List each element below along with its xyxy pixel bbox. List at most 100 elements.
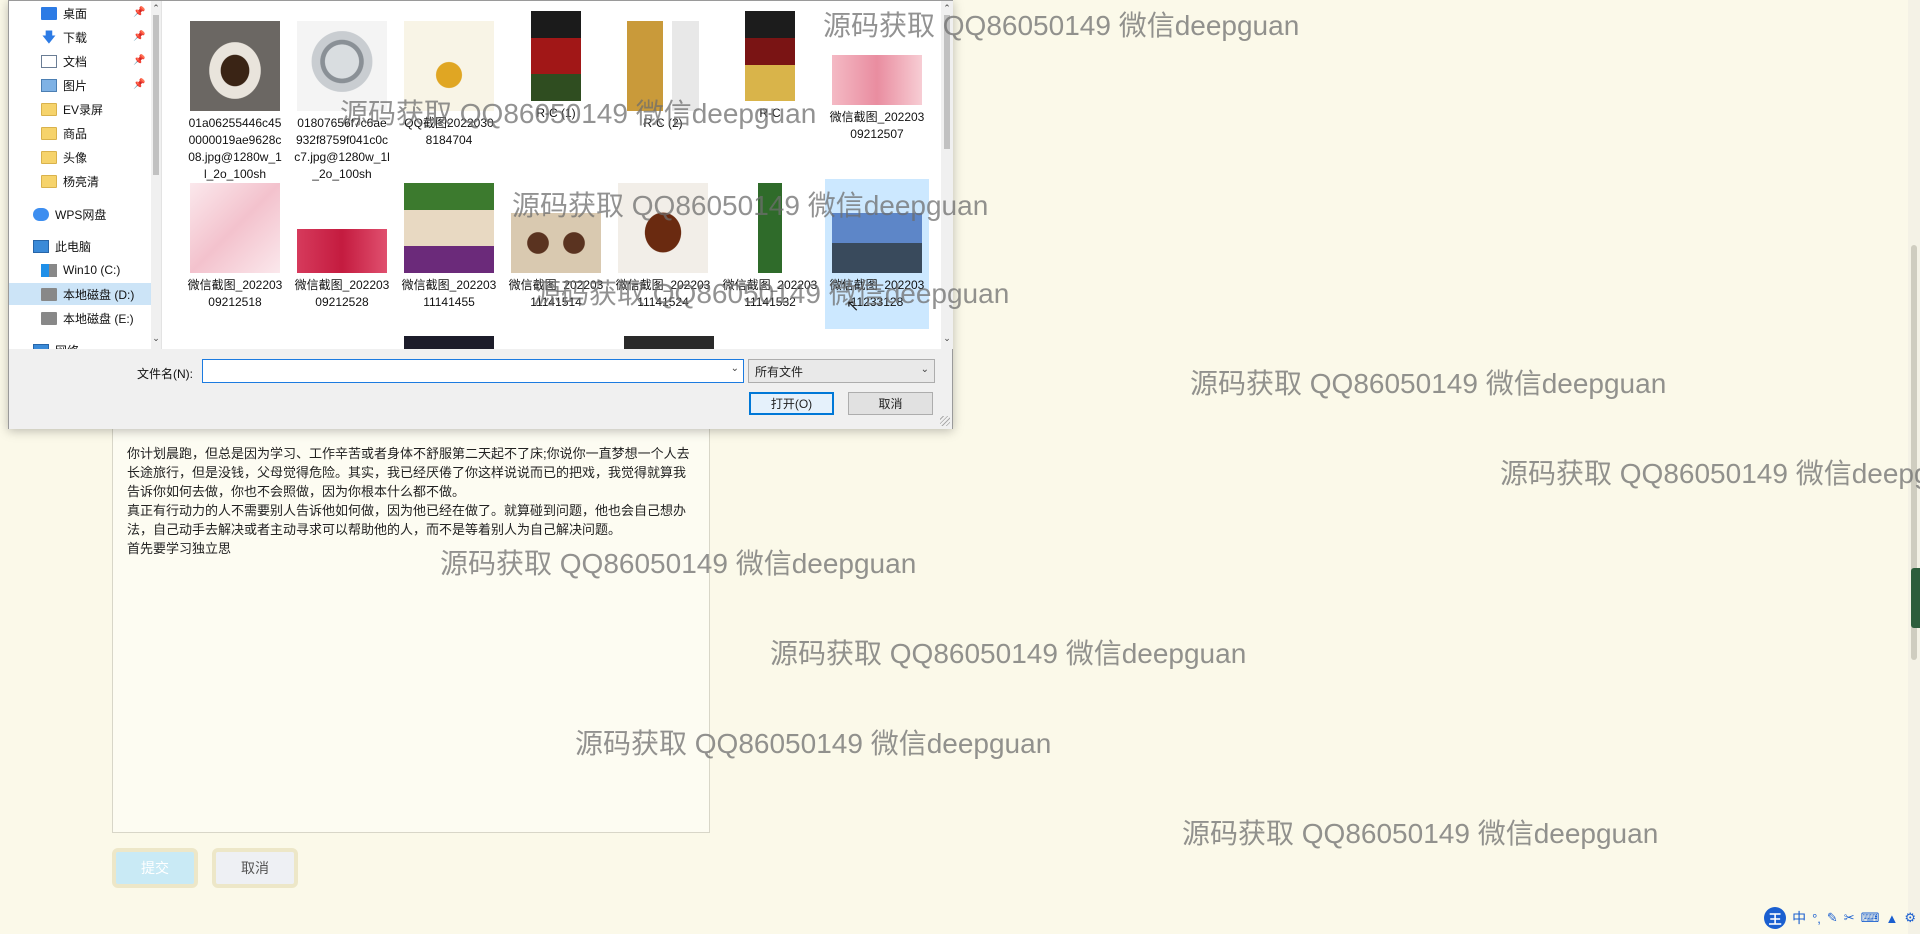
windows-drive-icon (41, 263, 57, 277)
image-thumbnail (618, 183, 708, 273)
image-thumbnail (745, 11, 795, 101)
image-thumbnail (297, 21, 387, 111)
punctuation-icon[interactable]: °, (1812, 911, 1821, 926)
scroll-up-icon[interactable]: ⌃ (151, 3, 161, 14)
image-thumbnail (404, 336, 494, 349)
ime-logo[interactable]: 王 (1764, 907, 1787, 929)
open-button[interactable]: 打开(O) (749, 392, 834, 415)
scissors-icon[interactable]: ✂ (1844, 910, 1855, 926)
image-thumbnail (832, 55, 922, 105)
nav-item-desktop[interactable]: 桌面 (41, 2, 87, 24)
chevron-down-icon[interactable]: ⌄ (731, 363, 739, 374)
scroll-down-icon[interactable]: ⌄ (151, 333, 161, 344)
nav-item-drive-d[interactable]: 本地磁盘 (D:) (9, 283, 151, 305)
file-item[interactable]: 微信截图_20220311141524 (611, 183, 715, 311)
page-cancel-button[interactable]: 取消 (212, 848, 298, 888)
image-thumbnail (404, 21, 494, 111)
nav-item-network[interactable]: 网络 (33, 339, 79, 349)
filename-label: 文件名(N): (137, 367, 193, 381)
file-item[interactable]: R-C (2) (611, 21, 715, 132)
nav-item-drive-c[interactable]: Win10 (C:) (41, 259, 120, 281)
form-actions: 提交 取消 (112, 848, 298, 888)
ime-mode-toggle[interactable]: 中 (1792, 908, 1806, 928)
nav-scrollbar-thumb[interactable] (153, 15, 159, 175)
folder-icon (41, 126, 57, 140)
drive-icon (41, 311, 57, 325)
folder-icon (41, 174, 57, 188)
file-item[interactable]: 微信截图_20220309212528 (290, 183, 394, 311)
scroll-up-icon[interactable]: ⌃ (941, 3, 953, 14)
file-item[interactable]: 01807656f7c6ae932f8759f041c0cc7.jpg@1280… (290, 21, 394, 183)
nav-item-ev-recording[interactable]: EV录屏 (41, 98, 103, 120)
gear-icon[interactable]: ⚙ (1904, 910, 1916, 926)
file-item[interactable]: 微信截图_20220311141455 (397, 183, 501, 311)
file-open-dialog: 桌面 📌 🡇 下载 📌 文档 📌 图片 📌 EV录屏 商品 头像 杨亮清 WPS网… (8, 0, 953, 429)
nav-item-wps-cloud[interactable]: WPS网盘 (33, 203, 106, 225)
image-thumbnail (511, 213, 601, 273)
image-thumbnail (404, 183, 494, 273)
file-item[interactable]: 01a06255446c450000019ae9628c08.jpg@1280w… (183, 21, 287, 183)
cancel-button[interactable]: 取消 (848, 392, 933, 415)
file-item[interactable]: 微信截图_20220309212518 (183, 183, 287, 311)
nav-item-downloads[interactable]: 🡇 下载 (41, 26, 87, 48)
content-textarea[interactable]: 你计划晨跑，但总是因为学习、工作辛苦或者身体不舒服第二天起不了床;你说你一直梦想… (112, 423, 710, 833)
side-panel-handle[interactable] (1911, 568, 1920, 628)
nav-item-avatar[interactable]: 头像 (41, 146, 87, 168)
chevron-down-icon: ⌄ (920, 364, 929, 375)
file-item[interactable]: 微信截图_20220311141532 (718, 183, 822, 311)
scroll-down-icon[interactable]: ⌄ (941, 333, 953, 344)
textarea-paragraph-3: 首先要学习独立思 (127, 541, 232, 556)
folder-icon (41, 102, 57, 116)
file-scrollbar[interactable]: ⌃ ⌄ (941, 1, 953, 349)
file-item[interactable]: 微信截图_20220309212507 (825, 21, 929, 143)
image-thumbnail (190, 183, 280, 273)
file-item[interactable]: QQ截图20220308184704 (397, 21, 501, 149)
file-item[interactable]: R-C (1) (504, 11, 608, 122)
pin-icon: 📌 (133, 7, 146, 18)
image-thumbnail (624, 336, 714, 349)
picture-icon (41, 78, 57, 92)
file-type-select[interactable]: 所有文件 ⌄ (748, 359, 935, 383)
submit-button[interactable]: 提交 (112, 848, 198, 888)
image-thumbnail (190, 21, 280, 111)
nav-item-documents[interactable]: 文档 (41, 50, 87, 72)
computer-icon (33, 239, 49, 253)
file-item[interactable]: 微信截图_20220311141514 (504, 183, 608, 311)
pin-icon: 📌 (133, 79, 146, 90)
filename-field[interactable]: ⌄ (202, 359, 744, 383)
desktop-icon (41, 6, 57, 20)
document-icon (41, 54, 57, 68)
skin-icon[interactable]: ▲ (1885, 911, 1898, 926)
cloud-icon (33, 207, 49, 221)
watermark: 源码获取 QQ86050149 微信deepguan (1500, 458, 1920, 489)
pin-icon: 📌 (133, 31, 146, 42)
textarea-paragraph-2: 真正有行动力的人不需要别人告诉他如何做，因为他已经在做了。就算碰到问题，他也会自… (127, 503, 687, 537)
page-scrollbar[interactable] (1908, 0, 1920, 934)
nav-item-pictures[interactable]: 图片 (41, 74, 87, 96)
resize-grip[interactable] (940, 416, 950, 426)
pen-icon[interactable]: ✎ (1827, 910, 1838, 926)
file-item-selected[interactable]: 微信截图_20220311233128 (825, 179, 929, 329)
textarea-paragraph-1: 你计划晨跑，但总是因为学习、工作辛苦或者身体不舒服第二天起不了床;你说你一直梦想… (127, 446, 690, 499)
mouse-cursor-icon: ↖ (846, 298, 860, 315)
nav-item-drive-e[interactable]: 本地磁盘 (E:) (41, 307, 134, 329)
watermark: 源码获取 QQ86050149 微信deepguan (1190, 368, 1667, 399)
image-thumbnail (618, 21, 708, 111)
image-thumbnail (531, 11, 581, 101)
file-scrollbar-thumb[interactable] (944, 15, 950, 149)
nav-item-products[interactable]: 商品 (41, 122, 87, 144)
filename-input[interactable] (207, 360, 721, 382)
file-item[interactable]: R-C (718, 11, 822, 122)
keyboard-icon[interactable]: ⌨ (1861, 910, 1880, 926)
download-icon: 🡇 (41, 28, 57, 45)
image-thumbnail (832, 213, 922, 273)
watermark: 源码获取 QQ86050149 微信deepguan (1182, 818, 1659, 849)
watermark: 源码获取 QQ86050149 微信deepguan (770, 638, 1247, 669)
file-list: 01a06255446c450000019ae9628c08.jpg@1280w… (162, 1, 942, 349)
folder-icon (41, 150, 57, 164)
pin-icon: 📌 (133, 55, 146, 66)
nav-item-this-pc[interactable]: 此电脑 (33, 235, 91, 257)
navigation-pane: 桌面 📌 🡇 下载 📌 文档 📌 图片 📌 EV录屏 商品 头像 杨亮清 WPS网… (9, 1, 162, 349)
nav-scrollbar[interactable]: ⌃ ⌄ (151, 1, 161, 349)
nav-item-yang[interactable]: 杨亮清 (41, 170, 99, 192)
